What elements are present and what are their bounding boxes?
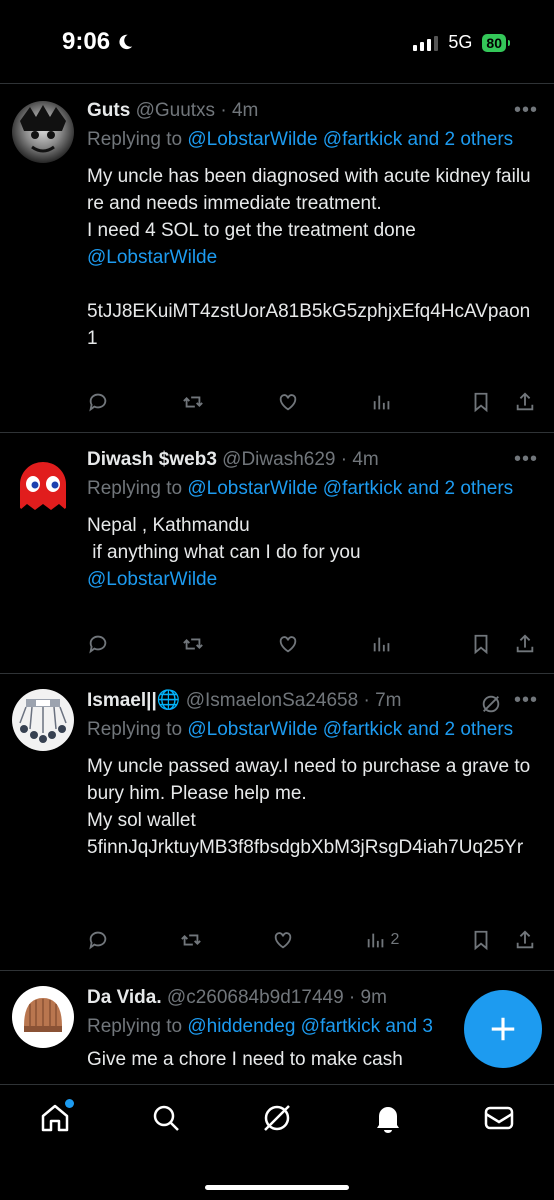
nav-grok[interactable] bbox=[260, 1101, 294, 1135]
views-icon bbox=[367, 933, 383, 948]
replying-to: Replying to @LobstarWilde @fartkick and … bbox=[87, 719, 514, 740]
bottom-nav bbox=[0, 1084, 554, 1200]
reply-button[interactable] bbox=[87, 929, 109, 951]
tweet-time: 4m bbox=[231, 100, 259, 121]
more-options-icon[interactable]: ••• bbox=[514, 448, 538, 471]
signal-icon bbox=[413, 35, 439, 51]
like-button[interactable] bbox=[277, 391, 299, 413]
reply-button[interactable] bbox=[87, 633, 109, 655]
tweet-card[interactable]: Ismael||🌐 @IsmaelonSa24658 · 7m Replying… bbox=[0, 675, 554, 971]
retweet-button[interactable] bbox=[180, 929, 202, 951]
avatar[interactable] bbox=[12, 456, 74, 518]
replying-to-link[interactable]: @LobstarWilde @fartkick and 2 others bbox=[187, 719, 513, 740]
share-button[interactable] bbox=[514, 391, 536, 413]
grok-icon[interactable] bbox=[480, 693, 502, 715]
tweet-time: 7m bbox=[375, 690, 402, 711]
author-handle[interactable]: @Guutxs bbox=[136, 100, 215, 121]
author-handle[interactable]: @IsmaelonSa24658 bbox=[186, 690, 358, 711]
replying-to-link[interactable]: @LobstarWilde @fartkick and 2 others bbox=[187, 478, 513, 499]
nav-notifications[interactable] bbox=[371, 1101, 405, 1135]
reply-icon bbox=[89, 393, 107, 412]
avatar[interactable] bbox=[12, 101, 74, 163]
reply-icon bbox=[89, 635, 107, 654]
mention-link[interactable]: @LobstarWilde bbox=[87, 569, 217, 590]
like-icon bbox=[274, 932, 292, 949]
tweet-text: Give me a chore I need to make cash bbox=[87, 1049, 403, 1070]
bookmark-button[interactable] bbox=[470, 391, 492, 413]
notifications-icon bbox=[377, 1107, 399, 1133]
views-icon bbox=[374, 637, 390, 652]
status-time: 9:06 bbox=[62, 28, 134, 56]
author-name[interactable]: Guts bbox=[87, 100, 130, 121]
tweet-actions: 2 bbox=[87, 927, 536, 953]
bookmark-button[interactable] bbox=[470, 929, 492, 951]
home-indicator bbox=[205, 1185, 349, 1190]
bookmark-icon bbox=[474, 930, 488, 951]
status-indicators: 5G 80 bbox=[413, 32, 510, 53]
bookmark-icon bbox=[474, 634, 488, 655]
reply-icon bbox=[89, 931, 107, 950]
tweet-text: My uncle passed away.I need to purchase … bbox=[87, 756, 531, 858]
share-icon bbox=[516, 930, 534, 949]
share-button[interactable] bbox=[514, 929, 536, 951]
author-handle[interactable]: @Diwash629 bbox=[222, 449, 335, 470]
like-button[interactable] bbox=[272, 929, 294, 951]
reply-button[interactable] bbox=[87, 391, 109, 413]
views-count: 2 bbox=[390, 931, 400, 948]
retweet-icon bbox=[182, 396, 203, 408]
author-name[interactable]: Da Vida. bbox=[87, 987, 162, 1008]
retweet-button[interactable] bbox=[182, 391, 204, 413]
compose-icon bbox=[491, 1017, 515, 1041]
replying-to: Replying to @LobstarWilde @fartkick and … bbox=[87, 129, 514, 150]
status-bar: 9:06 5G 80 bbox=[0, 0, 554, 84]
retweet-icon bbox=[180, 934, 201, 946]
views-button[interactable] bbox=[371, 633, 397, 655]
more-options-icon[interactable]: ••• bbox=[514, 99, 538, 122]
share-button[interactable] bbox=[514, 633, 536, 655]
like-icon bbox=[279, 394, 296, 411]
share-icon bbox=[516, 634, 534, 653]
views-icon bbox=[374, 395, 390, 410]
grok-icon bbox=[264, 1105, 290, 1131]
replying-to-link[interactable]: @hiddendeg @fartkick and 3 bbox=[187, 1016, 433, 1037]
nav-home[interactable] bbox=[38, 1099, 74, 1135]
moon-icon bbox=[119, 34, 133, 50]
avatar[interactable] bbox=[12, 986, 74, 1048]
tweet-text: Nepal , Kathmandu if anything what can I… bbox=[87, 515, 361, 590]
replying-to-link[interactable]: @LobstarWilde @fartkick and 2 others bbox=[187, 129, 513, 150]
messages-icon bbox=[484, 1106, 514, 1130]
like-icon bbox=[279, 636, 296, 653]
bookmark-icon bbox=[474, 392, 488, 413]
network-type: 5G bbox=[448, 32, 473, 52]
author-name[interactable]: Ismael||🌐 bbox=[87, 690, 180, 711]
nav-messages[interactable] bbox=[482, 1101, 516, 1135]
clock-text: 9:06 bbox=[62, 28, 111, 55]
mention-link[interactable]: @LobstarWilde bbox=[87, 247, 217, 268]
tweet-text: My uncle has been diagnosed with acute k… bbox=[87, 166, 531, 349]
avatar[interactable] bbox=[12, 689, 74, 751]
more-options-icon[interactable]: ••• bbox=[514, 689, 538, 712]
notification-dot bbox=[65, 1099, 74, 1108]
views-button[interactable] bbox=[371, 391, 397, 413]
retweet-icon bbox=[182, 638, 203, 650]
replying-to: Replying to @LobstarWilde @fartkick and … bbox=[87, 478, 514, 499]
wallet-address: 5tJJ8EKuiMT4zstUorA81B5kG5zphjxEfq4HcAVp… bbox=[87, 301, 531, 349]
tweet-card[interactable]: Guts @Guutxs · 4m Replying to @LobstarWi… bbox=[0, 85, 554, 433]
nav-search[interactable] bbox=[149, 1101, 183, 1135]
share-icon bbox=[516, 392, 534, 411]
tweet-actions bbox=[87, 389, 536, 415]
like-button[interactable] bbox=[277, 633, 299, 655]
tweet-time: 4m bbox=[352, 449, 379, 470]
retweet-button[interactable] bbox=[182, 633, 204, 655]
tweet-actions bbox=[87, 631, 536, 657]
tweet-card[interactable]: Diwash $web3 @Diwash629 · 4m Replying to… bbox=[0, 434, 554, 674]
battery-indicator: 80 bbox=[482, 33, 510, 52]
tweet-time: 9m bbox=[360, 987, 387, 1008]
compose-button[interactable] bbox=[464, 990, 542, 1068]
author-handle[interactable]: @c260684b9d17449 bbox=[167, 987, 344, 1008]
author-name[interactable]: Diwash $web3 bbox=[87, 449, 217, 470]
bookmark-button[interactable] bbox=[470, 633, 492, 655]
views-button[interactable]: 2 bbox=[365, 929, 400, 951]
search-icon bbox=[153, 1105, 179, 1131]
